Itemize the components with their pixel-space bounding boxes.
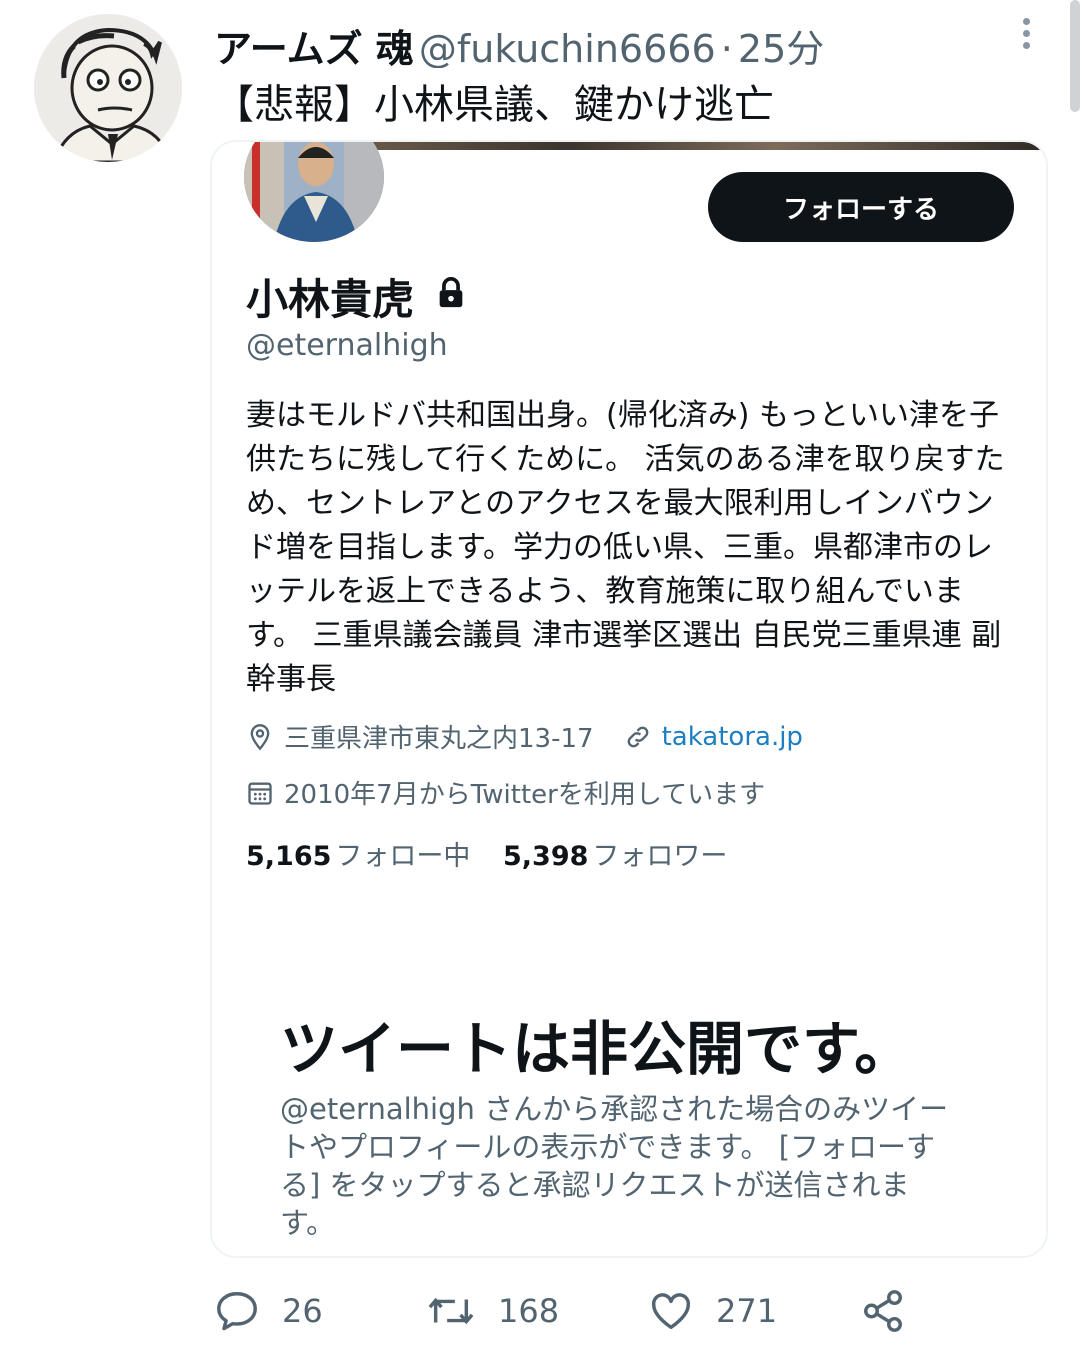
profile-website-link[interactable]: takatora.jp <box>662 722 803 752</box>
tweet-screen: アームズ 魂 @fukuchin6666 · 25分 【悲報】小林県議、鍵かけ逃… <box>0 0 1080 1358</box>
bio-line: す。 三重県議会議員 津市選挙区選出 自民党三重県連 副 <box>246 618 1002 653</box>
bio-line: 供たちに残して行くために。 活気のある津を取り戻すた <box>246 442 1005 477</box>
profile-handle: @eternalhigh <box>246 328 448 363</box>
following-label[interactable]: フォロー中 <box>335 841 470 872</box>
tweet-header: アームズ 魂 @fukuchin6666 · 25分 <box>214 18 994 68</box>
reply-button[interactable]: 26 <box>214 1288 323 1334</box>
profile-bio: 妻はモルドバ共和国出身。(帰化済み) もっといい津を子 供たちに残して行くために… <box>246 394 1016 702</box>
bio-line: ド増を目指します。学力の低い県、三重。県都津市のレ <box>246 530 993 565</box>
tweet-time[interactable]: 25分 <box>738 27 824 68</box>
followers-count[interactable]: 5,398 <box>503 841 588 872</box>
author-handle[interactable]: @fukuchin6666 <box>419 27 716 68</box>
bio-line: 幹事長 <box>246 662 336 697</box>
heart-icon <box>652 1293 690 1330</box>
profile-joined: 2010年7月からTwitterを利用しています <box>284 780 766 810</box>
lock-icon <box>439 277 463 308</box>
share-button[interactable] <box>860 1288 928 1334</box>
profile-location: 三重県津市東丸之内13-17 <box>284 724 594 754</box>
author-name[interactable]: アームズ 魂 <box>214 27 414 68</box>
reply-count: 26 <box>282 1292 323 1330</box>
private-tweets-title: ツイートは非公開です。 <box>280 1015 913 1083</box>
follow-button[interactable]: フォローする <box>708 172 1014 242</box>
following-count[interactable]: 5,165 <box>246 841 331 872</box>
scrollbar[interactable] <box>1070 0 1080 112</box>
profile-name: 小林貴虎 <box>246 275 415 324</box>
link-icon <box>627 726 648 747</box>
calendar-icon <box>248 782 272 805</box>
bio-line: め、セントレアとのアクセスを最大限利用しインバウン <box>246 486 994 521</box>
author-avatar[interactable] <box>34 14 182 162</box>
bio-line: 妻はモルドバ共和国出身。(帰化済み) もっといい津を子 <box>246 398 999 433</box>
private-desc-line: トやプロフィールの表示ができます。 [フォローす <box>280 1130 936 1164</box>
retweet-button[interactable]: 168 <box>426 1288 559 1334</box>
private-desc-line: す。 <box>280 1206 336 1240</box>
tweet-text: 【悲報】小林県議、鍵かけ逃亡 <box>214 82 774 128</box>
like-count: 271 <box>716 1292 778 1330</box>
profile-meta-location: 三重県津市東丸之内13-17 takatora.jp <box>246 718 803 755</box>
bio-line: ッテルを返上できるよう、教育施策に取り組んでいま <box>246 574 964 609</box>
profile-meta-joined: 2010年7月からTwitterを利用しています <box>246 774 765 811</box>
private-desc-line: @eternalhigh さんから承認された場合のみツイー <box>280 1092 949 1126</box>
retweet-icon <box>428 1297 474 1325</box>
map-pin-icon <box>250 723 270 750</box>
profile-banner <box>362 142 1046 150</box>
meta-separator: · <box>720 27 733 68</box>
more-vertical-icon[interactable] <box>1016 18 1036 54</box>
tweet-action-bar: 26 168 271 <box>214 1288 934 1338</box>
reply-icon <box>217 1292 257 1331</box>
private-desc-line: る] をタップすると承認リクエストが送信されま <box>280 1168 910 1202</box>
embedded-profile-card[interactable]: フォローする 小林貴虎 @eternalhigh 妻はモルドバ共和国出身。(帰化… <box>210 140 1048 1258</box>
profile-photo <box>244 142 384 242</box>
private-tweets-description: @eternalhigh さんから承認された場合のみツイー トやプロフィールの表… <box>280 1090 980 1242</box>
followers-label[interactable]: フォロワー <box>592 841 727 872</box>
like-button[interactable]: 271 <box>648 1288 777 1334</box>
retweet-count: 168 <box>498 1292 560 1330</box>
share-icon <box>864 1290 902 1332</box>
profile-stats: 5,165 フォロー中 5,398 フォロワー <box>246 834 751 873</box>
